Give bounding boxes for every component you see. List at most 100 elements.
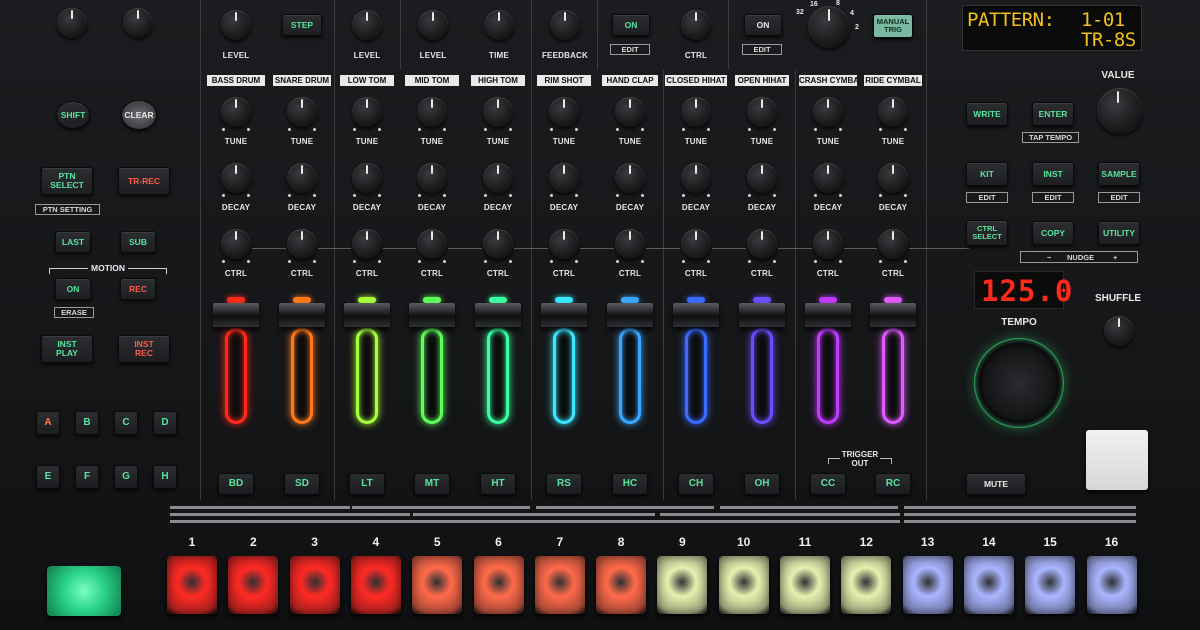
decay-knob[interactable] bbox=[417, 163, 447, 193]
decay-knob[interactable] bbox=[813, 163, 843, 193]
utility-button[interactable]: UTILITY bbox=[1098, 221, 1140, 245]
tune-knob[interactable] bbox=[813, 97, 843, 127]
decay-knob[interactable] bbox=[878, 163, 908, 193]
fader-cap[interactable] bbox=[344, 303, 390, 327]
ctrl-select-button[interactable]: CTRL SELECT bbox=[966, 220, 1008, 246]
ctrl-knob[interactable] bbox=[747, 229, 777, 259]
fader-cap[interactable] bbox=[739, 303, 785, 327]
instrument-button[interactable]: OH bbox=[744, 473, 780, 495]
fader-cap[interactable] bbox=[805, 303, 851, 327]
instrument-button[interactable]: RC bbox=[875, 473, 911, 495]
copy-button[interactable]: COPY bbox=[1032, 221, 1074, 245]
instrument-button[interactable]: RS bbox=[546, 473, 582, 495]
manual-trig-button[interactable]: MANUAL TRIG bbox=[873, 14, 913, 38]
step-pad[interactable] bbox=[963, 556, 1014, 614]
tune-knob[interactable] bbox=[681, 97, 711, 127]
bank-b-button[interactable]: B bbox=[75, 411, 99, 435]
instrument-button[interactable]: HT bbox=[480, 473, 516, 495]
fader-cap[interactable] bbox=[213, 303, 259, 327]
inst-rec-button[interactable]: INST REC bbox=[118, 335, 170, 363]
decay-knob[interactable] bbox=[549, 163, 579, 193]
fx-ctrl-knob[interactable] bbox=[681, 10, 711, 40]
start-stop-button[interactable] bbox=[1086, 430, 1148, 490]
bank-f-button[interactable]: F bbox=[75, 465, 99, 489]
enter-button[interactable]: ENTER bbox=[1032, 102, 1074, 126]
step-pad[interactable] bbox=[412, 556, 463, 614]
tune-knob[interactable] bbox=[417, 97, 447, 127]
fader-cap[interactable] bbox=[870, 303, 916, 327]
value-knob[interactable] bbox=[1097, 88, 1143, 134]
accent-level-knob[interactable] bbox=[221, 10, 251, 40]
step-pad[interactable] bbox=[534, 556, 585, 614]
bank-c-button[interactable]: C bbox=[114, 411, 138, 435]
instrument-button[interactable]: LT bbox=[349, 473, 385, 495]
inst-button[interactable]: INST bbox=[1032, 162, 1074, 186]
step-pad[interactable] bbox=[902, 556, 953, 614]
motion-on-button[interactable]: ON bbox=[55, 278, 91, 300]
step-pad[interactable] bbox=[350, 556, 401, 614]
fx-on-button[interactable]: ON bbox=[612, 14, 650, 36]
bank-e-button[interactable]: E bbox=[36, 465, 60, 489]
delay-level-knob[interactable] bbox=[418, 10, 448, 40]
instrument-button[interactable]: HC bbox=[612, 473, 648, 495]
step-pad[interactable] bbox=[167, 556, 217, 614]
step-pad[interactable] bbox=[1025, 556, 1076, 614]
fader-cap[interactable] bbox=[409, 303, 455, 327]
sample-button[interactable]: SAMPLE bbox=[1098, 162, 1140, 186]
tune-knob[interactable] bbox=[352, 97, 382, 127]
step-pad[interactable] bbox=[657, 556, 708, 614]
decay-knob[interactable] bbox=[681, 163, 711, 193]
ctrl-knob[interactable] bbox=[287, 229, 317, 259]
step-pad[interactable] bbox=[228, 556, 279, 614]
shift-button[interactable]: SHIFT bbox=[56, 101, 90, 129]
ctrl-knob[interactable] bbox=[352, 229, 382, 259]
instrument-button[interactable]: CC bbox=[810, 473, 846, 495]
accent-knob[interactable] bbox=[57, 8, 87, 38]
step-length-knob[interactable] bbox=[808, 6, 850, 48]
step-pad[interactable] bbox=[289, 556, 340, 614]
fader-cap[interactable] bbox=[475, 303, 521, 327]
inst-play-button[interactable]: INST PLAY bbox=[41, 335, 93, 363]
ctrl-knob[interactable] bbox=[221, 229, 251, 259]
decay-knob[interactable] bbox=[615, 163, 645, 193]
tune-knob[interactable] bbox=[549, 97, 579, 127]
sub-button[interactable]: SUB bbox=[120, 231, 156, 253]
step-button[interactable]: STEP bbox=[282, 14, 322, 36]
motion-rec-button[interactable]: REC bbox=[120, 278, 156, 300]
instrument-button[interactable]: CH bbox=[678, 473, 714, 495]
fader-cap[interactable] bbox=[279, 303, 325, 327]
ctrl-knob[interactable] bbox=[417, 229, 447, 259]
fader-cap[interactable] bbox=[541, 303, 587, 327]
tr-rec-button[interactable]: TR-REC bbox=[118, 167, 170, 195]
decay-knob[interactable] bbox=[221, 163, 251, 193]
clear-button[interactable]: CLEAR bbox=[121, 100, 157, 130]
fader-cap[interactable] bbox=[673, 303, 719, 327]
sidechain-on-button[interactable]: ON bbox=[744, 14, 782, 36]
instrument-button[interactable]: MT bbox=[414, 473, 450, 495]
write-button[interactable]: WRITE bbox=[966, 102, 1008, 126]
tune-knob[interactable] bbox=[483, 97, 513, 127]
ctrl-knob[interactable] bbox=[483, 229, 513, 259]
decay-knob[interactable] bbox=[747, 163, 777, 193]
instrument-button[interactable]: BD bbox=[218, 473, 254, 495]
bank-d-button[interactable]: D bbox=[153, 411, 177, 435]
step-pad[interactable] bbox=[841, 556, 892, 614]
tune-knob[interactable] bbox=[747, 97, 777, 127]
reverb-level-knob[interactable] bbox=[352, 10, 382, 40]
tempo-dial[interactable] bbox=[974, 338, 1064, 428]
step-pad[interactable] bbox=[1086, 556, 1137, 614]
bank-g-button[interactable]: G bbox=[114, 465, 138, 489]
kit-button[interactable]: KIT bbox=[966, 162, 1008, 186]
delay-time-knob[interactable] bbox=[484, 10, 514, 40]
ctrl-knob[interactable] bbox=[681, 229, 711, 259]
mute-button[interactable]: MUTE bbox=[966, 473, 1026, 495]
ctrl-knob[interactable] bbox=[549, 229, 579, 259]
decay-knob[interactable] bbox=[287, 163, 317, 193]
shuffle-knob[interactable] bbox=[1104, 316, 1134, 346]
ptn-select-button[interactable]: PTN SELECT bbox=[41, 167, 93, 195]
last-button[interactable]: LAST bbox=[55, 231, 91, 253]
ctrl-knob[interactable] bbox=[615, 229, 645, 259]
tune-knob[interactable] bbox=[878, 97, 908, 127]
tune-knob[interactable] bbox=[615, 97, 645, 127]
step-pad[interactable] bbox=[596, 556, 647, 614]
